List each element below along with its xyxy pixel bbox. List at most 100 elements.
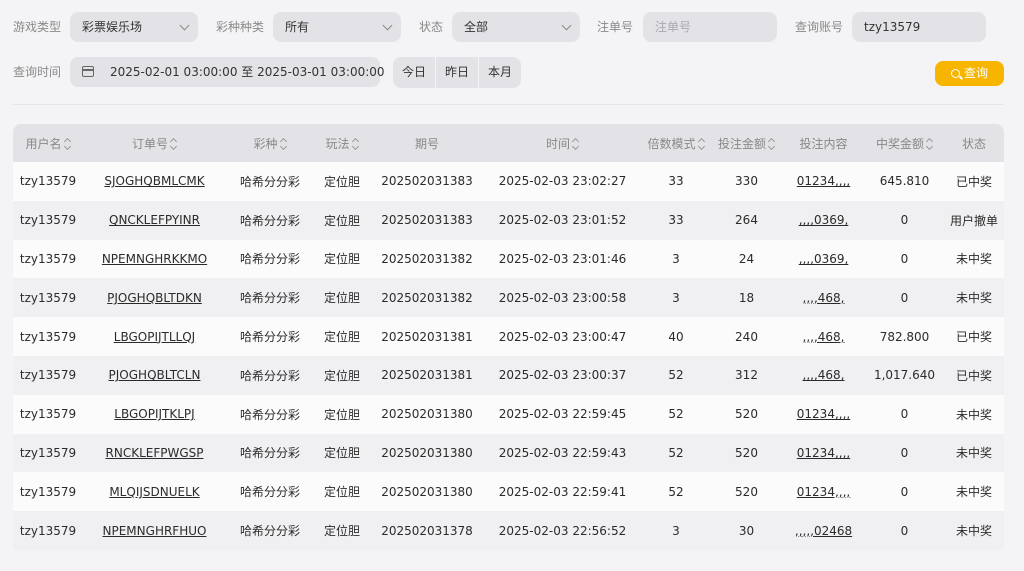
- status-select[interactable]: 全部: [452, 12, 580, 42]
- cell-period: 202502031383: [381, 174, 473, 189]
- cell-play-type: 定位胆: [323, 368, 360, 383]
- col-win-amount[interactable]: 中奖金额: [865, 124, 944, 162]
- sort-icon[interactable]: [64, 138, 71, 150]
- this-month-button[interactable]: 本月: [479, 57, 521, 88]
- order-no-link[interactable]: NPEMNGHRKKMO: [102, 252, 207, 266]
- sort-icon[interactable]: [170, 138, 177, 150]
- order-no-link[interactable]: MLQIJSDNUELK: [109, 485, 199, 499]
- table-row: tzy13579 PJOGHQBLTDKN 哈希分分彩 定位胆 202502031382…: [13, 278, 1004, 318]
- cell-lottery: 哈希分分彩: [239, 291, 300, 306]
- cell-status: 用户撤单: [949, 213, 998, 228]
- game-type-select[interactable]: 彩票娱乐场: [70, 12, 198, 42]
- chevron-down-icon: [179, 20, 190, 31]
- status-label: 状态: [419, 20, 444, 34]
- cell-username: tzy13579: [19, 251, 77, 266]
- cell-multiplier: 52: [668, 368, 684, 383]
- cell-multiplier: 52: [668, 445, 684, 460]
- cell-lottery: 哈希分分彩: [239, 174, 300, 189]
- col-lottery[interactable]: 彩种: [226, 124, 314, 162]
- cell-win-amount: 0: [900, 523, 909, 538]
- order-no-link[interactable]: RNCKLEFPWGSP: [106, 446, 204, 460]
- cell-play-type: 定位胆: [323, 407, 360, 422]
- cell-lottery: 哈希分分彩: [239, 330, 300, 345]
- cell-win-amount: 0: [900, 445, 909, 460]
- order-no-link[interactable]: LBGOPIJTLLQJ: [114, 330, 195, 344]
- divider: [13, 104, 1004, 105]
- table-row: tzy13579 QNCKLEFPYINR 哈希分分彩 定位胆 202502031383…: [13, 200, 1004, 240]
- bet-content-link[interactable]: ,,,,0369,: [799, 213, 849, 227]
- bet-content-link[interactable]: ,,,,0369,: [799, 252, 849, 266]
- cell-status: 已中奖: [955, 174, 992, 189]
- cell-period: 202502031381: [381, 329, 473, 344]
- cell-time: 2025-02-03 23:00:58: [498, 290, 627, 305]
- yesterday-button[interactable]: 昨日: [436, 57, 480, 88]
- order-no-link[interactable]: NPEMNGHRFHUO: [103, 524, 207, 538]
- order-no-label: 注单号: [597, 20, 634, 34]
- sort-icon[interactable]: [280, 138, 287, 150]
- lottery-kind-select[interactable]: 所有: [273, 12, 401, 42]
- cell-bet-content: 01234,,,,: [782, 472, 865, 511]
- sort-icon[interactable]: [572, 138, 579, 150]
- cell-win-amount: 0: [900, 407, 909, 422]
- col-username[interactable]: 用户名: [13, 124, 83, 162]
- cell-period: 202502031383: [381, 213, 473, 228]
- cell-win-amount: 1,017.640: [873, 368, 936, 383]
- bet-content-link[interactable]: ,,,,,02468: [795, 524, 852, 538]
- time-range-picker[interactable]: 2025-02-01 03:00:00 至 2025-03-01 03:00:0…: [70, 57, 385, 87]
- cell-win-amount: 0: [900, 213, 909, 228]
- table-row: tzy13579 RNCKLEFPWGSP 哈希分分彩 定位胆 202502031380…: [13, 433, 1004, 473]
- lottery-kind-label: 彩种种类: [216, 20, 265, 34]
- cell-username: tzy13579: [19, 174, 77, 189]
- col-order-no[interactable]: 订单号: [83, 124, 226, 162]
- bet-content-link[interactable]: ,,,,468,: [803, 291, 845, 305]
- col-play-type[interactable]: 玩法: [314, 124, 370, 162]
- cell-bet-amount: 24: [738, 251, 755, 266]
- today-button[interactable]: 今日: [393, 57, 437, 88]
- cell-order-no: LBGOPIJTLLQJ: [83, 317, 226, 356]
- sort-icon[interactable]: [926, 138, 933, 150]
- cell-win-amount: 645.810: [879, 174, 930, 189]
- cell-order-no: MLQIJSDNUELK: [83, 472, 226, 511]
- cell-username: tzy13579: [19, 407, 77, 422]
- cell-status: 未中奖: [955, 446, 992, 461]
- order-no-link[interactable]: SJOGHQBMLCMK: [104, 174, 204, 188]
- cell-status: 未中奖: [955, 291, 992, 306]
- sort-icon[interactable]: [768, 138, 775, 150]
- cell-order-no: NPEMNGHRFHUO: [83, 511, 226, 550]
- cell-time: 2025-02-03 23:01:46: [498, 251, 627, 266]
- col-multiplier[interactable]: 倍数模式: [641, 124, 711, 162]
- order-no-link[interactable]: QNCKLEFPYINR: [109, 213, 200, 227]
- cell-win-amount: 0: [900, 290, 909, 305]
- sort-icon[interactable]: [352, 138, 359, 150]
- chevron-down-icon: [382, 20, 393, 31]
- order-no-link[interactable]: LBGOPIJTKLPJ: [114, 407, 194, 421]
- sort-icon[interactable]: [698, 138, 705, 150]
- cell-bet-amount: 264: [735, 213, 758, 228]
- col-bet-amount[interactable]: 投注金额: [711, 124, 782, 162]
- cell-status: 未中奖: [955, 524, 992, 539]
- search-button[interactable]: 查询: [935, 61, 1004, 86]
- cell-order-no: PJOGHQBLTDKN: [83, 278, 226, 317]
- cell-bet-content: ,,,,468,: [782, 356, 865, 395]
- cell-bet-content: 01234,,,,: [782, 162, 865, 201]
- order-no-link[interactable]: PJOGHQBLTCLN: [109, 368, 201, 382]
- bet-content-link[interactable]: 01234,,,,: [797, 485, 850, 499]
- col-time[interactable]: 时间: [484, 124, 641, 162]
- account-input[interactable]: tzy13579: [852, 12, 986, 42]
- order-no-input[interactable]: 注单号: [643, 12, 777, 42]
- bet-content-link[interactable]: ,,,,468,: [803, 368, 845, 382]
- bet-content-link[interactable]: ,,,,468,: [803, 330, 845, 344]
- table-row: tzy13579 PJOGHQBLTCLN 哈希分分彩 定位胆 202502031381…: [13, 355, 1004, 395]
- table-row: tzy13579 MLQIJSDNUELK 哈希分分彩 定位胆 202502031380…: [13, 472, 1004, 512]
- bet-content-link[interactable]: 01234,,,,: [797, 446, 850, 460]
- bet-content-link[interactable]: 01234,,,,: [797, 174, 850, 188]
- search-button-label: 查询: [963, 66, 988, 80]
- cell-order-no: QNCKLEFPYINR: [83, 201, 226, 240]
- table-row: tzy13579 NPEMNGHRKKMO 哈希分分彩 定位胆 202502031382…: [13, 239, 1004, 279]
- cell-bet-amount: 18: [738, 290, 755, 305]
- cell-multiplier: 40: [668, 329, 684, 344]
- order-no-link[interactable]: PJOGHQBLTDKN: [107, 291, 202, 305]
- bet-content-link[interactable]: 01234,,,,: [797, 407, 850, 421]
- cell-bet-content: 01234,,,,: [782, 395, 865, 434]
- cell-time: 2025-02-03 22:59:41: [498, 484, 627, 499]
